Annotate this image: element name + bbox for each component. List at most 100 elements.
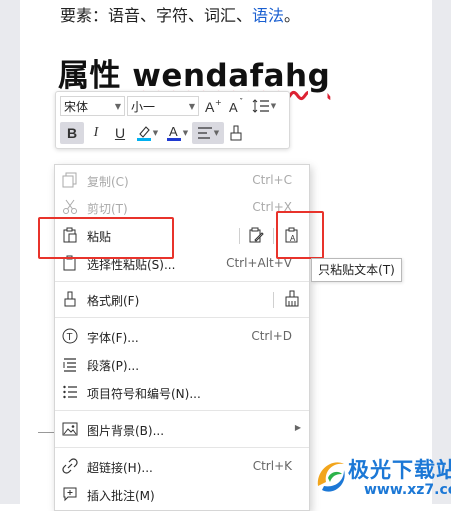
- comment-icon: [62, 486, 78, 502]
- document-line-text: 要素：语音、字符、词汇、: [60, 6, 253, 25]
- paste-special-icon: [62, 255, 78, 271]
- svg-text:T: T: [67, 332, 73, 343]
- copy-icon: [62, 172, 78, 188]
- chevron-down-icon: ▼: [188, 101, 195, 111]
- menu-item-label: 剪切(T): [87, 202, 128, 216]
- grow-font-icon: A +: [205, 98, 222, 114]
- font-icon: T: [62, 328, 78, 344]
- svg-text:+: +: [215, 98, 222, 107]
- highlighter-icon: [136, 126, 151, 141]
- menu-item-label: 粘贴: [87, 230, 112, 244]
- menu-item-label: 复制(C): [87, 175, 129, 189]
- heading-cn-text: 属性: [58, 58, 133, 94]
- page-gutter-right: [432, 0, 451, 504]
- format-brush-icon[interactable]: [283, 290, 301, 311]
- shrink-font-icon: Aˇ: [229, 98, 244, 114]
- menu-item-label: 插入批注(M): [87, 489, 155, 503]
- font-size-value: 小一: [131, 99, 156, 114]
- toolbar-row-style: B I U ▼ A ▼ ▼: [60, 121, 248, 145]
- chevron-down-icon: ▼: [182, 129, 189, 137]
- menu-separator: [55, 410, 309, 411]
- menu-item-paste[interactable]: 粘贴 A: [55, 222, 309, 250]
- font-name-select[interactable]: 宋体 ▼: [60, 96, 125, 116]
- menu-separator: [55, 317, 309, 318]
- grow-font-button[interactable]: A +: [201, 95, 225, 117]
- format-painter-icon: [62, 291, 78, 307]
- menu-item-picture-background[interactable]: 图片背景(B)... ▶: [55, 416, 309, 444]
- format-painter-icon: [230, 125, 242, 141]
- bold-button[interactable]: B: [60, 122, 84, 144]
- menu-item-shortcut: Ctrl+D: [251, 329, 292, 343]
- underline-button[interactable]: U: [108, 122, 132, 144]
- menu-item-hyperlink[interactable]: 超链接(H)... Ctrl+K: [55, 453, 309, 481]
- shrink-font-button[interactable]: Aˇ: [225, 95, 249, 117]
- line-spacing-button[interactable]: ▼: [249, 95, 279, 117]
- format-painter-button[interactable]: [224, 122, 248, 144]
- menu-item-bullets[interactable]: 项目符号和编号(N)...: [55, 379, 309, 407]
- menu-item-label: 段落(P)...: [87, 359, 140, 373]
- page-gutter-left: [0, 0, 20, 504]
- chevron-down-icon: ▼: [114, 101, 121, 111]
- menu-separator: [55, 281, 309, 282]
- paragraph-icon: [62, 356, 78, 372]
- document-link[interactable]: 语法: [252, 6, 284, 25]
- submenu-arrow-icon: ▶: [294, 423, 301, 432]
- font-color-button[interactable]: A ▼: [162, 122, 192, 144]
- menu-item-copy[interactable]: 复制(C) Ctrl+C: [55, 167, 309, 195]
- svg-text:A: A: [169, 124, 178, 139]
- menu-item-format-painter[interactable]: 格式刷(F): [55, 286, 309, 314]
- font-size-select[interactable]: 小一 ▼: [127, 96, 199, 116]
- menu-item-shortcut: Ctrl+X: [252, 200, 292, 214]
- menu-item-shortcut: Ctrl+C: [252, 173, 292, 187]
- document-line-end: 。: [284, 6, 301, 25]
- italic-button[interactable]: I: [84, 122, 108, 144]
- align-button[interactable]: ▼: [192, 122, 224, 144]
- bullets-icon: [62, 384, 78, 400]
- underline-label: U: [114, 125, 126, 141]
- menu-divider: [273, 292, 274, 308]
- mini-format-toolbar: 宋体 ▼ 小一 ▼ A + Aˇ ▼ B I U ▼ A ▼ ▼: [55, 91, 290, 149]
- document-heading: 属性 wendafahg: [58, 50, 330, 95]
- chevron-down-icon: ▼: [270, 102, 277, 110]
- menu-separator: [55, 447, 309, 448]
- bold-label: B: [66, 125, 78, 141]
- menu-item-font[interactable]: T 字体(F)... Ctrl+D: [55, 323, 309, 351]
- menu-item-cut[interactable]: 剪切(T) Ctrl+X: [55, 194, 309, 222]
- chevron-down-icon: ▼: [152, 129, 159, 137]
- menu-item-paste-special[interactable]: 选择性粘贴(S)... Ctrl+Alt+V: [55, 250, 309, 278]
- highlight-button[interactable]: ▼: [132, 122, 162, 144]
- menu-item-paragraph[interactable]: 段落(P)...: [55, 351, 309, 379]
- toolbar-row-font: 宋体 ▼ 小一 ▼ A + Aˇ ▼: [60, 94, 279, 118]
- menu-item-label: 选择性粘贴(S)...: [87, 258, 176, 272]
- font-color-icon: A: [166, 124, 181, 141]
- menu-item-shortcut: Ctrl+Alt+V: [226, 256, 292, 270]
- tooltip: 只粘贴文本(T): [311, 258, 402, 282]
- heading-en-text: wendafahg: [132, 58, 331, 94]
- paste-keep-format-icon[interactable]: [248, 227, 264, 246]
- svg-text:A: A: [229, 100, 238, 114]
- menu-item-insert-comment[interactable]: 插入批注(M): [55, 481, 309, 509]
- context-menu: 复制(C) Ctrl+C 剪切(T) Ctrl+X 粘贴 A 选择性粘贴(S).…: [54, 164, 310, 511]
- align-left-icon: [197, 127, 212, 139]
- watermark-title: 极光下载站: [348, 458, 451, 482]
- line-spacing-icon: [252, 99, 269, 113]
- font-name-value: 宋体: [64, 99, 89, 114]
- link-icon: [62, 458, 78, 474]
- menu-divider: [273, 228, 274, 244]
- svg-text:A: A: [205, 99, 215, 114]
- picture-icon: [62, 421, 78, 437]
- paste-text-only-icon[interactable]: A: [284, 227, 300, 246]
- watermark-swirl-icon: [317, 462, 345, 492]
- paste-icon: [62, 227, 78, 243]
- chevron-down-icon: ▼: [213, 129, 220, 137]
- menu-item-label: 超链接(H)...: [87, 461, 153, 475]
- scissors-icon: [62, 199, 78, 215]
- menu-item-label: 项目符号和编号(N)...: [87, 387, 201, 401]
- menu-item-label: 格式刷(F): [87, 294, 140, 308]
- menu-divider: [239, 228, 240, 244]
- menu-item-shortcut: Ctrl+K: [252, 459, 292, 473]
- watermark-logo: 极光下载站 www.xz7.com: [314, 452, 451, 502]
- watermark-url: www.xz7.com: [364, 482, 451, 498]
- document-line: 要素：语音、字符、词汇、语法。: [60, 2, 300, 26]
- italic-label: I: [93, 125, 99, 140]
